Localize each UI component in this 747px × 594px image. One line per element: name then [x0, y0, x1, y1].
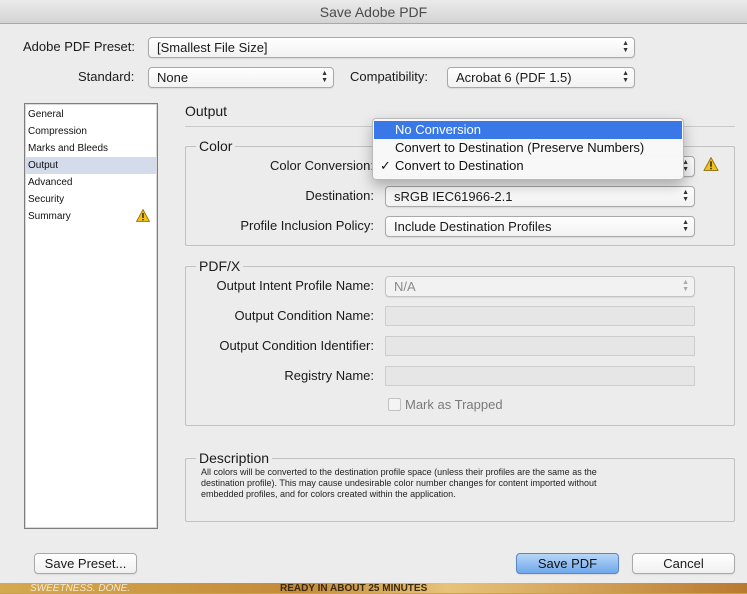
warning-icon [703, 157, 719, 171]
warning-icon [136, 209, 150, 222]
preset-label: Adobe PDF Preset: [23, 39, 135, 54]
output-intent-label: Output Intent Profile Name: [216, 278, 374, 293]
menu-item-no-conversion[interactable]: No Conversion [374, 121, 682, 139]
updown-arrows-icon: ▲ ▼ [682, 189, 689, 203]
description-group-title: Description [196, 450, 273, 466]
background-text-left: SWEETNESS. DONE. [30, 583, 131, 594]
save-pdf-dialog: Save Adobe PDF Adobe PDF Preset: [Smalle… [0, 0, 747, 583]
profile-policy-select[interactable]: Include Destination Profiles ▲ ▼ [385, 216, 695, 237]
menu-item-convert-preserve-numbers[interactable]: Convert to Destination (Preserve Numbers… [374, 139, 682, 157]
registry-name-field[interactable] [385, 366, 695, 386]
sidebar-item-output[interactable]: Output [26, 157, 156, 174]
output-condition-identifier-label: Output Condition Identifier: [219, 338, 374, 353]
updown-arrows-icon: ▲ ▼ [682, 219, 689, 233]
compatibility-value: Acrobat 6 (PDF 1.5) [456, 70, 572, 85]
color-group-title: Color [196, 138, 236, 154]
profile-policy-label: Profile Inclusion Policy: [240, 218, 374, 233]
standard-label: Standard: [78, 69, 135, 84]
updown-arrows-icon: ▲ ▼ [321, 70, 328, 84]
destination-select[interactable]: sRGB IEC61966-2.1 ▲ ▼ [385, 186, 695, 207]
compatibility-select[interactable]: Acrobat 6 (PDF 1.5) ▲ ▼ [447, 67, 635, 88]
standard-select[interactable]: None ▲ ▼ [148, 67, 334, 88]
window-title: Save Adobe PDF [0, 0, 747, 24]
mark-as-trapped-label: Mark as Trapped [405, 397, 503, 412]
save-preset-button[interactable]: Save Preset... [34, 553, 137, 574]
menu-item-label: Convert to Destination (Preserve Numbers… [395, 140, 645, 155]
updown-arrows-icon: ▲ ▼ [622, 40, 629, 54]
sidebar-item-security[interactable]: Security [26, 191, 156, 208]
destination-value: sRGB IEC61966-2.1 [394, 189, 513, 204]
output-intent-select[interactable]: N/A ▲ ▼ [385, 276, 695, 297]
preset-select[interactable]: [Smallest File Size] ▲ ▼ [148, 37, 635, 58]
preset-value: [Smallest File Size] [157, 40, 268, 55]
background-document: SWEETNESS. DONE. READY IN ABOUT 25 MINUT… [0, 582, 747, 594]
updown-arrows-icon: ▲ ▼ [622, 70, 629, 84]
cancel-button[interactable]: Cancel [632, 553, 735, 574]
updown-arrows-icon: ▲ ▼ [682, 279, 689, 293]
output-condition-name-field[interactable] [385, 306, 695, 326]
output-condition-identifier-field[interactable] [385, 336, 695, 356]
category-list: General Compression Marks and Bleeds Out… [24, 103, 158, 529]
color-conversion-menu: No Conversion Convert to Destination (Pr… [372, 118, 684, 180]
pdfx-group-title: PDF/X [196, 258, 244, 274]
description-text: All colors will be converted to the dest… [201, 467, 597, 499]
save-pdf-button[interactable]: Save PDF [516, 553, 619, 574]
mark-as-trapped-checkbox[interactable] [388, 398, 401, 411]
menu-item-convert-to-destination[interactable]: ✓ Convert to Destination [374, 157, 682, 175]
background-text-mid: READY IN ABOUT 25 MINUTES [280, 583, 428, 594]
sidebar-item-general[interactable]: General [26, 106, 156, 123]
destination-label: Destination: [305, 188, 374, 203]
output-intent-value: N/A [394, 279, 416, 294]
profile-policy-value: Include Destination Profiles [394, 219, 552, 234]
output-condition-name-label: Output Condition Name: [234, 308, 374, 323]
standard-value: None [157, 70, 189, 85]
color-conversion-label: Color Conversion: [269, 158, 374, 173]
sidebar-item-compression[interactable]: Compression [26, 123, 156, 140]
registry-name-label: Registry Name: [284, 368, 374, 383]
sidebar-item-advanced[interactable]: Advanced [26, 174, 156, 191]
checkmark-icon: ✓ [380, 158, 391, 173]
menu-item-label: Convert to Destination [395, 158, 524, 173]
compatibility-label: Compatibility: [350, 69, 429, 84]
page-title: Output [185, 103, 228, 119]
sidebar-item-marks-and-bleeds[interactable]: Marks and Bleeds [26, 140, 156, 157]
menu-item-label: No Conversion [395, 122, 481, 137]
